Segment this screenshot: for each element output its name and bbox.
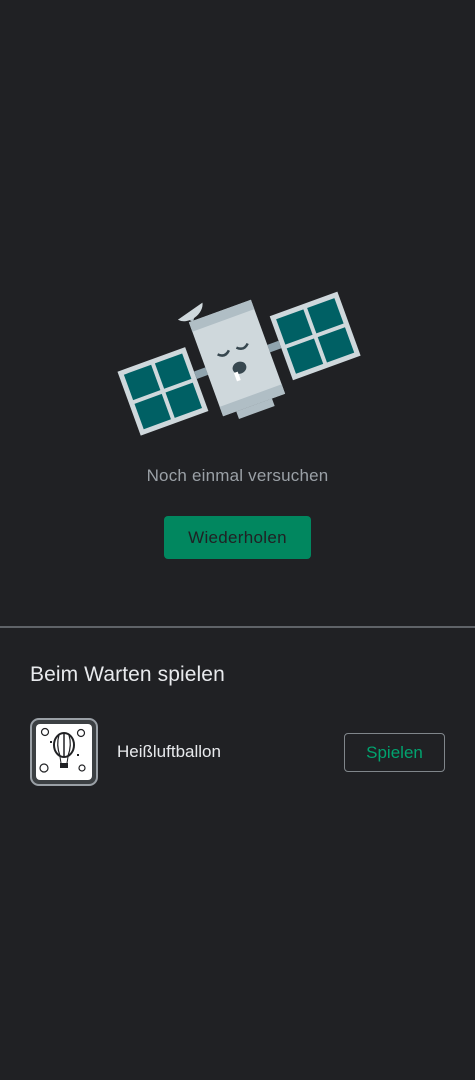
offline-game-section: Beim Warten spielen Heißluftballon Spiel… [0,628,475,1080]
hot-air-balloon-icon [30,718,98,786]
game-list-item: Heißluftballon Spielen [0,718,475,786]
play-button[interactable]: Spielen [344,733,445,772]
error-state: Noch einmal versuchen Wiederholen [0,0,475,626]
game-name: Heißluftballon [117,742,221,761]
error-message: Noch einmal versuchen [146,466,329,485]
section-title: Beim Warten spielen [30,663,225,686]
sleeping-satellite-icon [117,291,361,436]
retry-button[interactable]: Wiederholen [164,516,311,559]
